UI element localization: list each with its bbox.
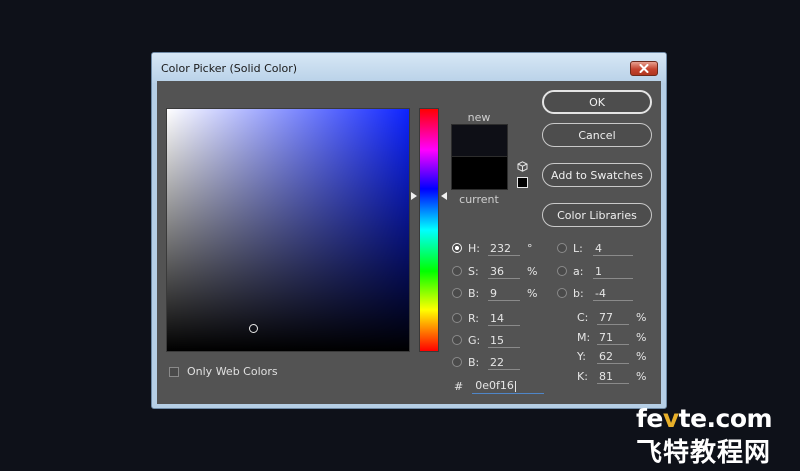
lab-l-input[interactable]: 4 [593,241,633,256]
magenta-unit: % [636,330,647,344]
blue-label: B: [468,355,480,369]
green-radio[interactable] [452,335,462,345]
watermark-logo-name: 飞特教程网 [636,438,772,468]
lab-l-row: L: 4 [557,240,633,256]
brightness-radio[interactable] [452,288,462,298]
blue-input[interactable]: 22 [488,355,520,370]
text-cursor [514,380,516,392]
current-color-swatch[interactable] [452,157,507,189]
green-row: G: 15 [452,332,520,348]
magenta-row: M: 71 % [577,329,646,345]
current-color-label: current [459,193,499,206]
new-color-swatch [452,125,507,157]
yellow-unit: % [636,349,647,363]
hue-slider-left-arrow-icon[interactable] [411,192,417,200]
saturation-brightness-field[interactable] [167,109,409,351]
cancel-button[interactable]: Cancel [542,123,652,147]
saturation-input[interactable]: 36 [488,264,520,279]
red-input[interactable]: 14 [488,311,520,326]
blue-row: B: 22 [452,354,520,370]
black-unit: % [636,369,647,383]
hex-symbol: # [454,379,464,393]
web-safe-color-swatch[interactable] [517,177,528,188]
hue-slider[interactable] [420,109,438,351]
watermark-text-a: fe [636,404,663,433]
hex-row: # 0e0f16 [454,377,545,395]
yellow-input[interactable]: 62 [597,349,629,364]
hue-row: H: 232 ° [452,240,533,256]
hue-unit: ° [527,241,533,255]
cyan-row: C: 77 % [577,309,646,325]
hex-value-text: 0e0f16 [475,379,514,392]
cyan-unit: % [636,310,647,324]
black-input[interactable]: 81 [597,369,629,384]
red-label: R: [468,311,480,325]
new-color-label: new [467,111,491,124]
saturation-row: S: 36 % [452,263,537,279]
saturation-label: S: [468,264,479,278]
hue-label: H: [468,241,480,255]
lab-b-input[interactable]: -4 [593,286,633,301]
color-field-cursor[interactable] [249,324,258,333]
black-row: K: 81 % [577,368,646,384]
green-input[interactable]: 15 [488,333,520,348]
close-button[interactable] [630,61,658,76]
lab-b-label: b: [573,286,584,300]
saturation-unit: % [527,264,538,278]
brightness-input[interactable]: 9 [488,286,520,301]
add-to-swatches-button[interactable]: Add to Swatches [542,163,652,187]
desktop-background: Color Picker (Solid Color) new current O… [0,0,800,471]
ok-button[interactable]: OK [542,90,652,114]
cyan-input[interactable]: 77 [597,310,629,325]
brightness-row: B: 9 % [452,285,537,301]
brightness-unit: % [527,286,538,300]
only-web-colors-label: Only Web Colors [187,365,278,378]
magenta-input[interactable]: 71 [597,330,629,345]
close-icon [639,64,649,73]
watermark-text-c: te.com [678,404,773,433]
red-radio[interactable] [452,313,462,323]
lab-a-row: a: 1 [557,263,633,279]
red-row: R: 14 [452,310,520,326]
lab-a-radio[interactable] [557,266,567,276]
watermark-logo-url: fevte.com [636,404,773,433]
lab-b-radio[interactable] [557,288,567,298]
blue-radio[interactable] [452,357,462,367]
color-picker-dialog: Color Picker (Solid Color) new current O… [151,52,667,409]
hue-radio[interactable] [452,243,462,253]
color-libraries-button[interactable]: Color Libraries [542,203,652,227]
web-safe-cube-icon[interactable] [517,161,528,172]
black-label: K: [577,369,588,383]
window-title: Color Picker (Solid Color) [161,62,298,75]
hue-slider-right-arrow-icon[interactable] [441,192,447,200]
saturation-radio[interactable] [452,266,462,276]
title-bar[interactable]: Color Picker (Solid Color) [152,53,666,83]
only-web-colors-checkbox[interactable] [169,366,179,377]
dialog-body: new current OK Cancel Add to Swatches Co… [157,81,661,404]
magenta-label: M: [577,330,591,344]
cyan-label: C: [577,310,589,324]
lab-l-radio[interactable] [557,243,567,253]
only-web-colors-row[interactable]: Only Web Colors [169,365,278,378]
watermark-text-b: v [662,404,679,433]
hex-input[interactable]: 0e0f16 [472,378,545,394]
lab-l-label: L: [573,241,583,255]
lab-a-input[interactable]: 1 [593,264,633,279]
lab-a-label: a: [573,264,584,278]
lab-b-row: b: -4 [557,285,633,301]
yellow-row: Y: 62 % [577,348,646,364]
yellow-label: Y: [577,349,586,363]
green-label: G: [468,333,481,347]
hue-input[interactable]: 232 [488,241,520,256]
brightness-label: B: [468,286,480,300]
